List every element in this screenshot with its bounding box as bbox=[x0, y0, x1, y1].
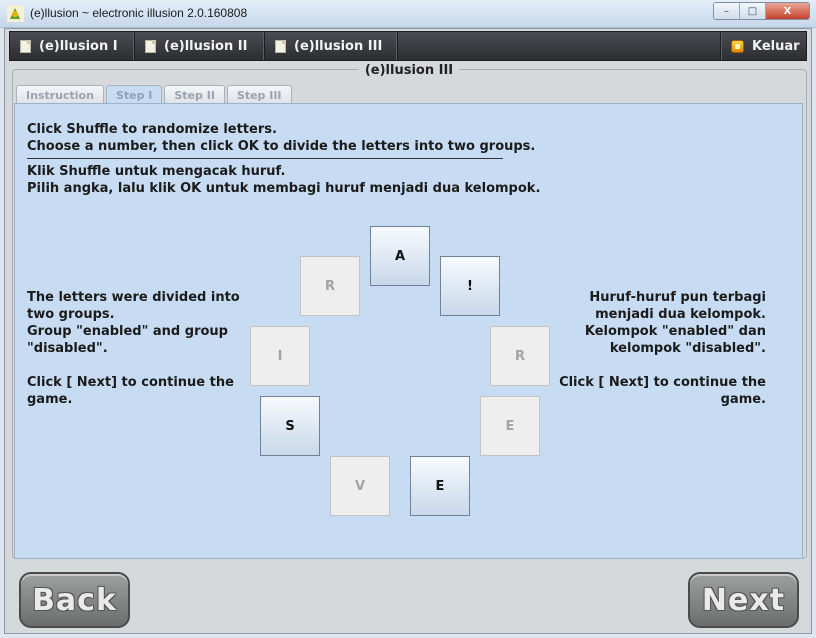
tab-instruction[interactable]: Instruction bbox=[16, 85, 104, 104]
toolbar-ellusion-2[interactable]: (e)llusion II bbox=[135, 32, 265, 60]
back-button[interactable]: Back bbox=[19, 572, 130, 628]
document-icon bbox=[145, 39, 156, 53]
exit-icon bbox=[731, 39, 744, 53]
exit-label: Keluar bbox=[752, 38, 800, 54]
toolbar-ellusion-2-label: (e)llusion II bbox=[164, 38, 248, 54]
instruction-id-2: Pilih angka, lalu klik OK untuk membagi … bbox=[27, 181, 541, 196]
letter-tile[interactable]: V bbox=[330, 456, 390, 516]
panel-title: (e)llusion III bbox=[5, 63, 813, 78]
left-text-2: two groups. bbox=[27, 307, 115, 322]
right-text-1: Huruf-huruf pun terbagi bbox=[589, 290, 766, 305]
app-icon bbox=[7, 5, 24, 22]
tab-step-3[interactable]: Step III bbox=[226, 85, 292, 104]
window-title: (e)llusion ~ electronic illusion 2.0.160… bbox=[30, 6, 248, 20]
toolbar-ellusion-3-label: (e)llusion III bbox=[294, 38, 383, 54]
letter-tile[interactable]: E bbox=[410, 456, 470, 516]
tab-step-1[interactable]: Step I bbox=[105, 85, 163, 105]
toolbar-ellusion-1-label: (e)llusion I bbox=[39, 38, 118, 54]
instruction-en-1: Click Shuffle to randomize letters. bbox=[27, 122, 277, 137]
step-tabs: Instruction Step I Step II Step III bbox=[16, 85, 294, 105]
right-text-5: Click [ Next] to continue the bbox=[559, 375, 766, 390]
next-button[interactable]: Next bbox=[688, 572, 799, 628]
tab-step-2[interactable]: Step II bbox=[164, 85, 225, 104]
letter-tile[interactable]: A bbox=[370, 226, 430, 286]
right-text-2: menjadi dua kelompok. bbox=[595, 307, 766, 322]
right-text-4: kelompok "disabled". bbox=[609, 341, 766, 356]
toolbar-ellusion-3[interactable]: (e)llusion III bbox=[265, 32, 398, 60]
left-text-6: game. bbox=[27, 392, 73, 407]
letter-tile[interactable]: R bbox=[490, 326, 550, 386]
step-content: Click Shuffle to randomize letters. Choo… bbox=[14, 103, 803, 559]
left-text-1: The letters were divided into bbox=[27, 290, 240, 305]
top-toolbar: (e)llusion I (e)llusion II (e)llusion II… bbox=[9, 31, 807, 61]
left-text-3: Group "enabled" and group bbox=[27, 324, 228, 339]
document-icon bbox=[275, 39, 286, 53]
right-text-6: game. bbox=[720, 392, 766, 407]
letter-tile[interactable]: E bbox=[480, 396, 540, 456]
left-text-5: Click [ Next] to continue the bbox=[27, 375, 234, 390]
toolbar-ellusion-1[interactable]: (e)llusion I bbox=[10, 32, 135, 60]
instruction-id-1: Klik Shuffle untuk mengacak huruf. bbox=[27, 164, 286, 179]
close-button[interactable]: X bbox=[766, 3, 809, 19]
instruction-en-2: Choose a number, then click OK to divide… bbox=[27, 139, 536, 154]
letter-tile[interactable]: I bbox=[250, 326, 310, 386]
exit-button[interactable]: Keluar bbox=[720, 32, 806, 60]
window-controls: – □ X bbox=[713, 2, 810, 20]
window-titlebar: (e)llusion ~ electronic illusion 2.0.160… bbox=[0, 0, 816, 28]
left-text-4: "disabled". bbox=[27, 341, 108, 356]
letter-tile[interactable]: ! bbox=[440, 256, 500, 316]
letter-tile[interactable]: R bbox=[300, 256, 360, 316]
maximize-button[interactable]: □ bbox=[740, 3, 766, 19]
instruction-divider bbox=[27, 158, 503, 159]
minimize-button[interactable]: – bbox=[714, 3, 740, 19]
letter-tile[interactable]: S bbox=[260, 396, 320, 456]
app-frame: (e)llusion I (e)llusion II (e)llusion II… bbox=[4, 28, 812, 634]
right-text-3: Kelompok "enabled" dan bbox=[584, 324, 766, 339]
document-icon bbox=[20, 39, 31, 53]
